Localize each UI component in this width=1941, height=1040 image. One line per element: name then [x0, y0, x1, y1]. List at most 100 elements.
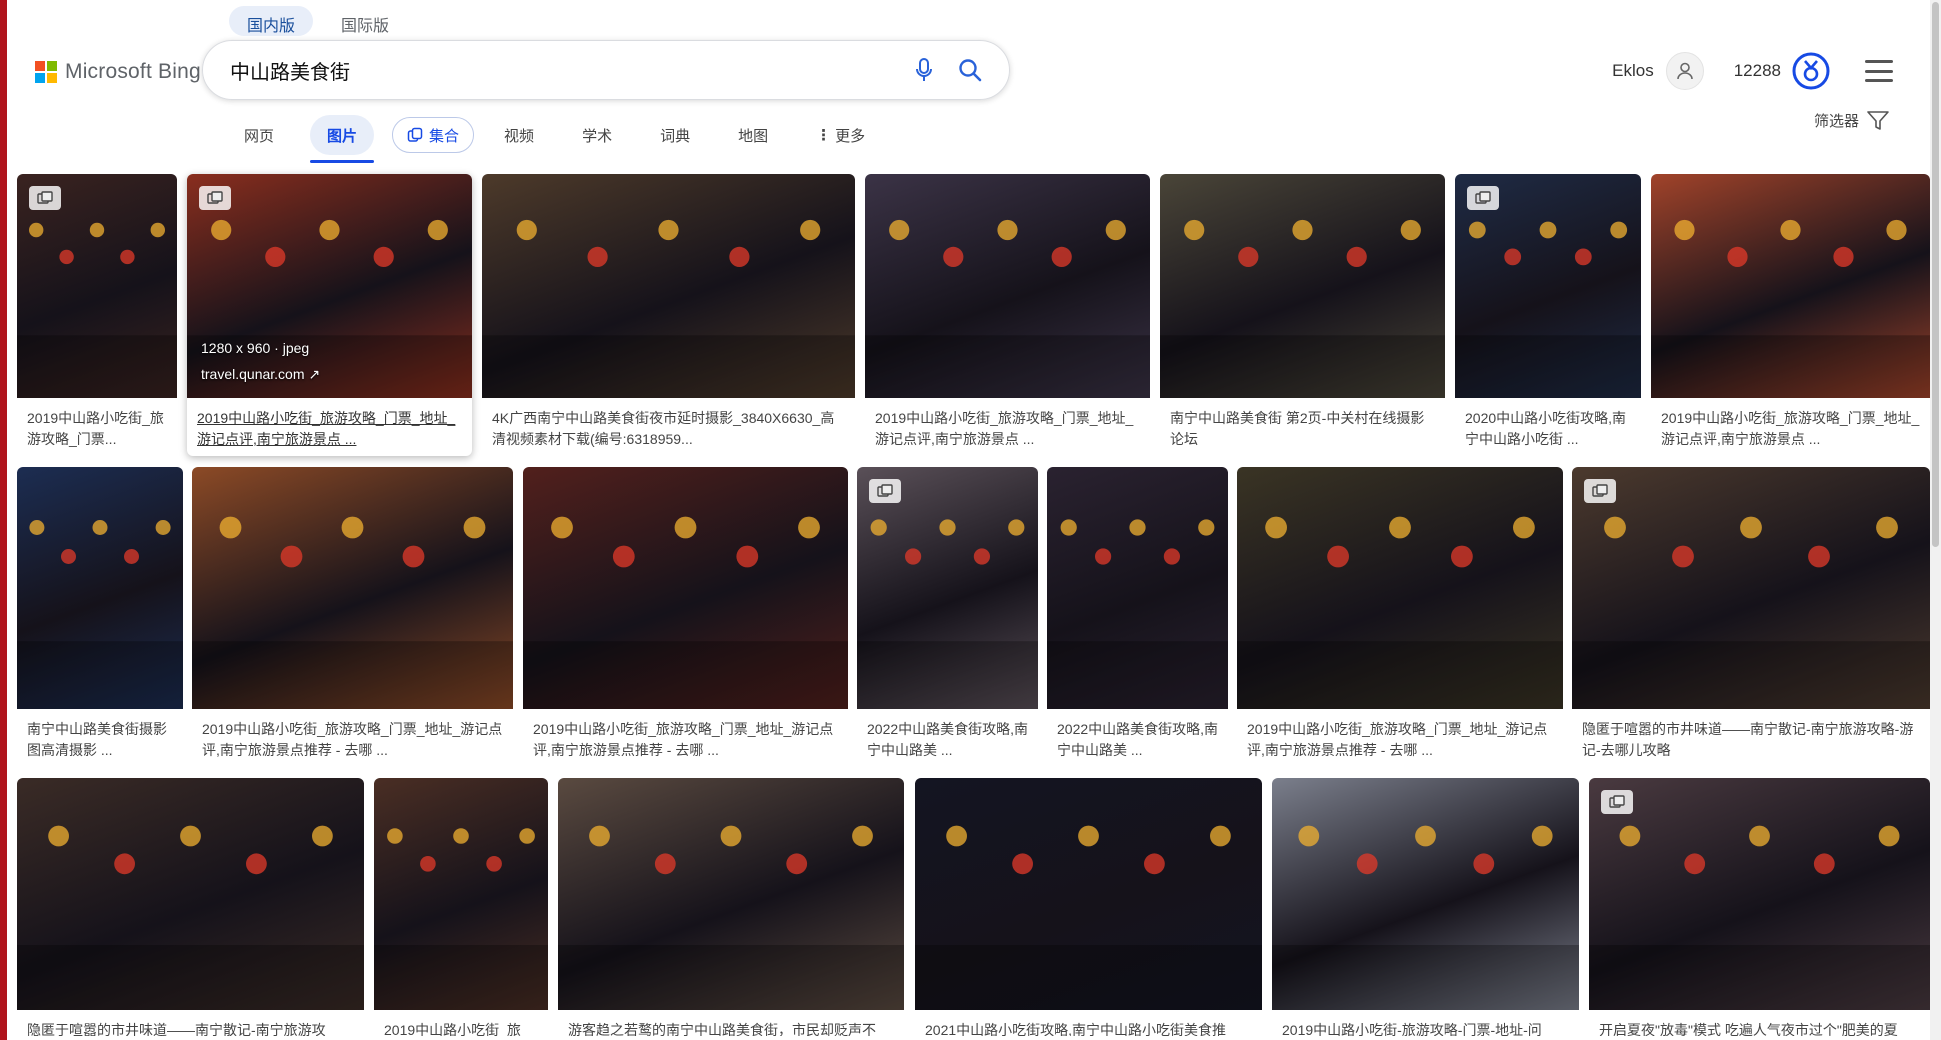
gallery-badge-icon — [1467, 186, 1499, 210]
image-result[interactable]: 4K广西南宁中山路美食街夜市延时摄影_3840X6630_高清视频素材下载(编号… — [482, 174, 855, 456]
image-result[interactable]: 游客趋之若鹜的南宁中山路美食街，市民却贬声不 — [558, 778, 904, 1040]
thumbnail-scene — [558, 825, 904, 1010]
thumbnail-scene — [1651, 219, 1930, 398]
tab-dictionary[interactable]: 词典 — [636, 115, 714, 155]
result-thumbnail[interactable] — [1651, 174, 1930, 398]
result-thumbnail[interactable] — [1237, 467, 1563, 709]
tab-collections[interactable]: 集合 — [392, 117, 475, 153]
image-result[interactable]: 南宁中山路美食街 第2页-中关村在线摄影论坛 — [1160, 174, 1445, 456]
image-result[interactable]: 2019中山路小吃街_旅游攻略_门票_地址_游记点评,南宁旅游景点 ... — [865, 174, 1150, 456]
result-caption[interactable]: 游客趋之若鹜的南宁中山路美食街，市民却贬声不 — [568, 1020, 896, 1036]
tab-web[interactable]: 网页 — [220, 115, 298, 155]
tab-maps[interactable]: 地图 — [714, 115, 792, 155]
collections-icon — [407, 127, 423, 142]
search-box[interactable] — [202, 40, 1010, 100]
result-caption[interactable]: 2019中山路小吃街_旅游攻略_门票_地址_游记点评,南宁旅游景点 ... — [197, 408, 464, 452]
image-result[interactable]: 2022中山路美食街攻略,南宁中山路美 ... — [857, 467, 1038, 769]
scrollbar[interactable] — [1930, 0, 1941, 1040]
result-thumbnail[interactable] — [865, 174, 1150, 398]
tab-international[interactable]: 国际版 — [323, 6, 407, 36]
result-caption[interactable]: 2020中山路小吃街攻略,南宁中山路小吃街 ... — [1465, 408, 1633, 452]
result-caption[interactable]: 2019中山路小吃街_旅游攻略_门票_地址_游记点评,南宁旅游景点推荐 - 去哪… — [202, 719, 505, 765]
tab-more[interactable]: ⋮ 更多 — [792, 115, 889, 155]
avatar[interactable] — [1665, 52, 1704, 90]
image-result[interactable]: 2019中山路小吃街_旅游攻略_门票_地址_游记点评,南宁旅游景点推荐 - 去哪… — [192, 467, 513, 769]
result-caption[interactable]: 2019中山路小吃街_旅 — [384, 1020, 540, 1036]
thumbnail-scene — [1047, 519, 1228, 709]
microsoft-logo-icon — [35, 61, 57, 83]
result-caption[interactable]: 南宁中山路美食街摄影图高清摄影 ... — [27, 719, 175, 765]
result-caption[interactable]: 2019中山路小吃街_旅游攻略_门票_地址_游记点评,南宁旅游景点推荐 - 去哪… — [1247, 719, 1555, 765]
result-thumbnail[interactable] — [915, 778, 1262, 1010]
image-result[interactable]: 2020中山路小吃街攻略,南宁中山路小吃街 ... — [1455, 174, 1641, 456]
result-caption[interactable]: 2019中山路小吃街_旅游攻略_门票_地址_游记点评,南宁旅游景点推荐 - 去哪… — [533, 719, 840, 765]
tab-academic[interactable]: 学术 — [558, 115, 636, 155]
result-thumbnail[interactable] — [1589, 778, 1930, 1010]
result-caption[interactable]: 2019中山路小吃街-旅游攻略-门票-地址-问 — [1282, 1020, 1571, 1036]
result-caption[interactable]: 2021中山路小吃街攻略,南宁中山路小吃街美食推 — [925, 1020, 1254, 1036]
result-caption[interactable]: 2022中山路美食街攻略,南宁中山路美 ... — [867, 719, 1030, 765]
result-thumbnail[interactable] — [1160, 174, 1445, 398]
result-caption[interactable]: 隐匿于喧嚣的市井味道——南宁散记-南宁旅游攻 — [27, 1020, 356, 1036]
tab-domestic[interactable]: 国内版 — [229, 6, 314, 36]
logo-text: Microsoft Bing — [65, 60, 201, 83]
image-result[interactable]: 隐匿于喧嚣的市井味道——南宁散记-南宁旅游攻略-游记-去哪儿攻略 — [1572, 467, 1930, 769]
result-thumbnail[interactable] — [1272, 778, 1579, 1010]
scrollbar-thumb[interactable] — [1932, 2, 1939, 547]
result-thumbnail[interactable] — [857, 467, 1038, 709]
rewards-points[interactable]: 12288 — [1734, 61, 1781, 81]
result-caption[interactable]: 南宁中山路美食街 第2页-中关村在线摄影论坛 — [1170, 408, 1437, 452]
hamburger-menu-icon[interactable] — [1865, 60, 1893, 82]
result-caption[interactable]: 2019中山路小吃街_旅游攻略_门票_地址_游记点评,南宁旅游景点 ... — [1661, 408, 1922, 452]
version-tabs: 国内版 国际版 — [229, 6, 407, 36]
search-button[interactable] — [953, 53, 987, 87]
image-result[interactable]: 2019中山路小吃街_旅游攻略_门票_地址_游记点评,南宁旅游景点 ... — [1651, 174, 1930, 456]
result-thumbnail[interactable] — [374, 778, 548, 1010]
thumbnail-scene — [915, 825, 1262, 1010]
rewards-medal-icon[interactable] — [1791, 51, 1831, 91]
image-result[interactable]: 南宁中山路美食街摄影图高清摄影 ... — [17, 467, 183, 769]
result-thumbnail[interactable] — [1572, 467, 1930, 709]
bing-logo[interactable]: Microsoft Bing — [35, 60, 201, 84]
result-thumbnail[interactable] — [523, 467, 848, 709]
tab-videos[interactable]: 视频 — [480, 115, 558, 155]
filter-button[interactable]: 筛选器 — [1814, 110, 1889, 131]
tab-more-label: 更多 — [835, 127, 866, 145]
result-thumbnail[interactable] — [17, 467, 183, 709]
result-thumbnail[interactable] — [482, 174, 855, 398]
image-source-domain[interactable]: travel.qunar.com ↗ — [201, 362, 320, 386]
thumbnail-scene — [17, 520, 183, 709]
user-name[interactable]: Eklos — [1612, 61, 1654, 81]
result-caption[interactable]: 2019中山路小吃街_旅游攻略_门票_地址_游记点评,南宁旅游景点 ... — [875, 408, 1142, 452]
image-result[interactable]: 2022中山路美食街攻略,南宁中山路美 ... — [1047, 467, 1228, 769]
image-result[interactable]: 1280 x 960 · jpeg travel.qunar.com ↗ 2019中… — [187, 174, 472, 456]
thumbnail-scene — [192, 516, 513, 709]
nav-bar: 网页 图片 集合 视频 学术 词典 地图 ⋮ 更多 — [220, 112, 889, 163]
result-caption[interactable]: 开启夏夜"放毒"模式 吃遍人气夜市过个"肥美的夏 — [1599, 1020, 1922, 1036]
gallery-badge-icon — [869, 479, 901, 503]
image-result[interactable]: 开启夏夜"放毒"模式 吃遍人气夜市过个"肥美的夏 — [1589, 778, 1930, 1040]
image-result[interactable]: 2019中山路小吃街_旅游攻略_门票_地址_游记点评,南宁旅游景点推荐 - 去哪… — [523, 467, 848, 769]
result-thumbnail[interactable] — [1047, 467, 1228, 709]
result-thumbnail[interactable] — [192, 467, 513, 709]
result-thumbnail[interactable] — [558, 778, 904, 1010]
image-result[interactable]: 2019中山路小吃街_旅游攻略_门票_地址_游记点评,南宁旅游景点推荐 - 去哪… — [1237, 467, 1563, 769]
voice-search-button[interactable] — [907, 53, 941, 87]
result-thumbnail[interactable] — [17, 778, 364, 1010]
result-caption[interactable]: 2022中山路美食街攻略,南宁中山路美 ... — [1057, 719, 1220, 765]
tab-images[interactable]: 图片 — [310, 115, 375, 163]
image-result[interactable]: 2019中山路小吃街-旅游攻略-门票-地址-问 — [1272, 778, 1579, 1040]
thumbnail-scene — [17, 825, 364, 1010]
search-input[interactable] — [230, 58, 895, 82]
gallery-badge-icon — [1601, 790, 1633, 814]
result-caption[interactable]: 2019中山路小吃街_旅游攻略_门票... — [27, 408, 169, 452]
result-caption[interactable]: 隐匿于喧嚣的市井味道——南宁散记-南宁旅游攻略-游记-去哪儿攻略 — [1582, 719, 1922, 765]
thumbnail-scene — [1237, 516, 1563, 709]
image-result[interactable]: 隐匿于喧嚣的市井味道——南宁散记-南宁旅游攻 — [17, 778, 364, 1040]
result-caption[interactable]: 4K广西南宁中山路美食街夜市延时摄影_3840X6630_高清视频素材下载(编号… — [492, 408, 847, 452]
filter-label: 筛选器 — [1813, 113, 1859, 130]
image-result[interactable]: 2019中山路小吃街_旅 — [374, 778, 548, 1040]
image-result[interactable]: 2019中山路小吃街_旅游攻略_门票... — [17, 174, 177, 456]
image-result[interactable]: 2021中山路小吃街攻略,南宁中山路小吃街美食推 — [915, 778, 1262, 1040]
user-icon — [1676, 62, 1693, 80]
